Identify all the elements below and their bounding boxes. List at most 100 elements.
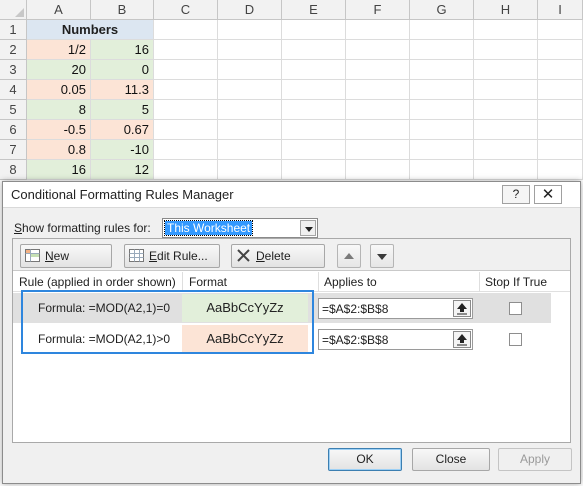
applies-to-field[interactable]: =$A$2:$B$8: [318, 329, 473, 350]
grid-cell[interactable]: [218, 140, 282, 160]
grid-cell[interactable]: [474, 80, 538, 100]
column-header-h[interactable]: H: [474, 0, 538, 20]
move-up-button[interactable]: [337, 244, 361, 268]
grid-cell[interactable]: 20: [27, 60, 91, 80]
grid-cell[interactable]: [410, 60, 474, 80]
column-header-e[interactable]: E: [282, 0, 346, 20]
grid-cell[interactable]: [218, 60, 282, 80]
grid-cell[interactable]: [474, 100, 538, 120]
grid-cell[interactable]: [538, 100, 583, 120]
grid-cell[interactable]: [218, 20, 282, 40]
collapse-range-button[interactable]: [453, 300, 471, 317]
row-header-3[interactable]: 3: [0, 60, 27, 80]
grid-cell[interactable]: [282, 40, 346, 60]
dialog-titlebar[interactable]: Conditional Formatting Rules Manager ? ✕: [3, 182, 580, 208]
column-header-a[interactable]: A: [27, 0, 91, 20]
grid-cell[interactable]: [282, 160, 346, 180]
grid-cell[interactable]: [154, 160, 218, 180]
help-button[interactable]: ?: [502, 185, 530, 204]
grid-cell[interactable]: [218, 160, 282, 180]
row-header-5[interactable]: 5: [0, 100, 27, 120]
grid-cell[interactable]: [410, 140, 474, 160]
grid-cell[interactable]: [410, 80, 474, 100]
close-button[interactable]: Close: [412, 448, 490, 471]
column-header-g[interactable]: G: [410, 0, 474, 20]
delete-rule-button[interactable]: Delete Rule: [231, 244, 325, 285]
grid-cell[interactable]: -10: [91, 140, 154, 160]
edit-rule-button[interactable]: Edit Rule...: [124, 244, 220, 268]
grid-cell[interactable]: 1/2: [27, 40, 91, 60]
collapse-range-button[interactable]: [453, 331, 471, 348]
grid-cell[interactable]: 16: [91, 40, 154, 60]
grid-cell[interactable]: [410, 20, 474, 40]
grid-cell[interactable]: [474, 140, 538, 160]
grid-cell[interactable]: [538, 40, 583, 60]
grid-cell[interactable]: 16: [27, 160, 91, 180]
grid-cell[interactable]: [346, 40, 410, 60]
column-header-d[interactable]: D: [218, 0, 282, 20]
column-header-f[interactable]: F: [346, 0, 410, 20]
ok-button[interactable]: OK: [328, 448, 402, 471]
grid-cell[interactable]: [410, 100, 474, 120]
grid-cell[interactable]: [410, 160, 474, 180]
rule-row[interactable]: Formula: =MOD(A2,1)>0 AaBbCcYyZz =$A$2:$…: [13, 324, 551, 354]
column-header-b[interactable]: B: [91, 0, 154, 20]
grid-cell[interactable]: [538, 120, 583, 140]
column-header-c[interactable]: C: [154, 0, 218, 20]
grid-cell[interactable]: 0.67: [91, 120, 154, 140]
stop-if-true-checkbox[interactable]: [509, 302, 522, 315]
grid-cell[interactable]: [218, 100, 282, 120]
grid-cell[interactable]: [282, 120, 346, 140]
grid-cell[interactable]: [474, 40, 538, 60]
grid-cell[interactable]: [538, 160, 583, 180]
grid-cell[interactable]: 8: [27, 100, 91, 120]
grid-cell[interactable]: [538, 60, 583, 80]
grid-cell[interactable]: [154, 100, 218, 120]
grid-cell[interactable]: [474, 20, 538, 40]
move-down-button[interactable]: [370, 244, 394, 268]
grid-cell[interactable]: [282, 60, 346, 80]
grid-cell[interactable]: [282, 80, 346, 100]
grid-cell[interactable]: -0.5: [27, 120, 91, 140]
row-header-6[interactable]: 6: [0, 120, 27, 140]
chevron-down-icon[interactable]: [300, 220, 316, 236]
grid-cell[interactable]: [218, 120, 282, 140]
grid-cell[interactable]: [474, 60, 538, 80]
applies-to-field[interactable]: =$A$2:$B$8: [318, 298, 473, 319]
grid-cell[interactable]: 0.05: [27, 80, 91, 100]
row-header-4[interactable]: 4: [0, 80, 27, 100]
grid-cell[interactable]: [218, 40, 282, 60]
grid-cell[interactable]: [346, 80, 410, 100]
grid-cell[interactable]: [346, 60, 410, 80]
numbers-header-cell[interactable]: Numbers: [27, 20, 154, 40]
grid-cell[interactable]: 0: [91, 60, 154, 80]
rule-row[interactable]: Formula: =MOD(A2,1)=0 AaBbCcYyZz =$A$2:$…: [13, 293, 551, 323]
grid-cell[interactable]: [346, 140, 410, 160]
grid-cell[interactable]: [410, 40, 474, 60]
grid-cell[interactable]: [154, 20, 218, 40]
grid-cell[interactable]: [282, 140, 346, 160]
stop-if-true-checkbox[interactable]: [509, 333, 522, 346]
grid-cell[interactable]: 12: [91, 160, 154, 180]
new-rule-button[interactable]: New Rule...: [20, 244, 112, 285]
select-all-corner[interactable]: [0, 0, 27, 20]
grid-cell[interactable]: [346, 20, 410, 40]
grid-cell[interactable]: [218, 80, 282, 100]
grid-cell[interactable]: [346, 120, 410, 140]
row-header-2[interactable]: 2: [0, 40, 27, 60]
show-rules-dropdown[interactable]: This Worksheet: [162, 218, 318, 238]
column-header-i[interactable]: I: [538, 0, 583, 20]
grid-cell[interactable]: [474, 120, 538, 140]
grid-cell[interactable]: [346, 160, 410, 180]
grid-cell[interactable]: [154, 80, 218, 100]
grid-cell[interactable]: [538, 80, 583, 100]
grid-cell[interactable]: 11.3: [91, 80, 154, 100]
row-header-7[interactable]: 7: [0, 140, 27, 160]
grid-cell[interactable]: [154, 40, 218, 60]
grid-cell[interactable]: 5: [91, 100, 154, 120]
grid-cell[interactable]: [538, 140, 583, 160]
apply-button[interactable]: Apply: [498, 448, 572, 471]
grid-cell[interactable]: [282, 20, 346, 40]
grid-cell[interactable]: 0.8: [27, 140, 91, 160]
grid-cell[interactable]: [282, 100, 346, 120]
